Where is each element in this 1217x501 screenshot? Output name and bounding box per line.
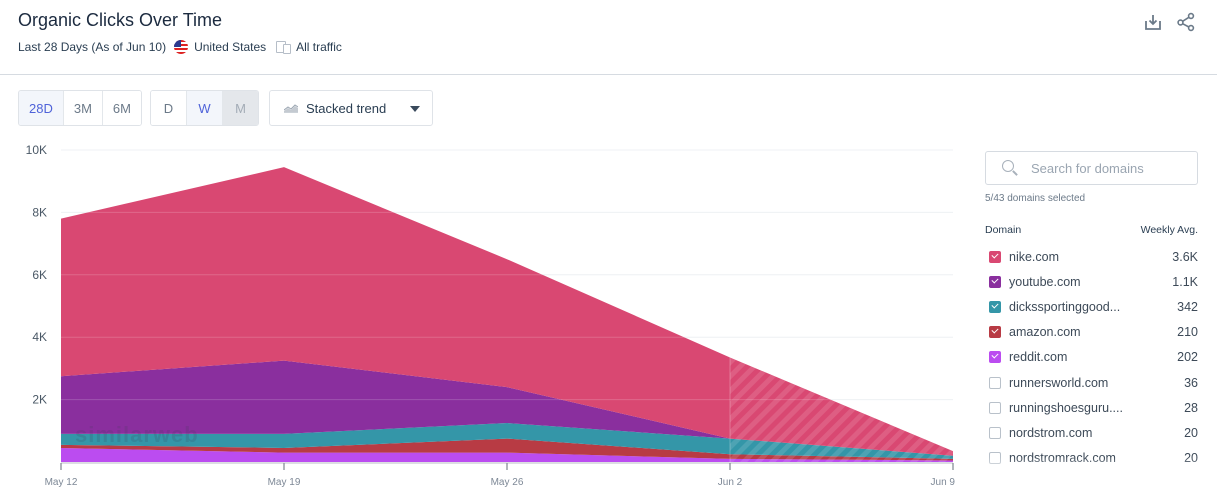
- us-flag-icon: [174, 40, 189, 54]
- x-tick-label: May 26: [491, 477, 524, 488]
- domain-name: runningshoesguru....: [1009, 400, 1123, 415]
- widget-header: Organic Clicks Over Time Last 28 Days (A…: [0, 0, 1217, 75]
- domain-checkbox[interactable]: [989, 275, 1001, 288]
- domain-checkbox[interactable]: [989, 351, 1001, 364]
- granularity-monthly-button[interactable]: M: [222, 91, 258, 125]
- x-tick-label: May 12: [45, 477, 78, 488]
- chevron-down-icon: [409, 106, 420, 112]
- devices-icon: [276, 41, 292, 54]
- domain-checkbox[interactable]: [989, 326, 1001, 339]
- domain-weekly-avg: 210: [1177, 325, 1198, 340]
- search-icon: [1002, 160, 1018, 176]
- domain-checkbox[interactable]: [989, 426, 1001, 439]
- filters-summary: Last 28 Days (As of Jun 10) United State…: [18, 40, 342, 54]
- domain-name: nordstrom.com: [1009, 425, 1093, 440]
- chart-controls: 28D 3M 6M D W M Stacked trend: [18, 90, 433, 126]
- domain-weekly-avg: 28: [1184, 400, 1198, 415]
- domain-row[interactable]: youtube.com 1.1K: [985, 269, 1198, 294]
- domain-name: runnersworld.com: [1009, 375, 1109, 390]
- range-6m-button[interactable]: 6M: [102, 91, 141, 125]
- domain-checkbox[interactable]: [989, 452, 1001, 465]
- range-3m-button[interactable]: 3M: [63, 91, 103, 125]
- y-tick-label: 10K: [26, 143, 47, 157]
- domain-row[interactable]: nike.com 3.6K: [985, 244, 1198, 269]
- period-label: Last 28 Days (As of Jun 10): [18, 40, 167, 54]
- domain-row[interactable]: amazon.com 210: [985, 320, 1198, 345]
- domain-weekly-avg: 3.6K: [1172, 249, 1198, 264]
- domain-weekly-avg: 342: [1177, 299, 1198, 314]
- domain-row[interactable]: runningshoesguru.... 28: [985, 395, 1198, 420]
- domain-checkbox[interactable]: [989, 300, 1001, 313]
- granularity-daily-button[interactable]: D: [150, 91, 187, 125]
- y-tick-label: 4K: [32, 330, 47, 344]
- stacked-area-chart: 2K 4K 6K 8K 10K May 12 May 19 May 26 Jun 2 Jun 9: [26, 143, 956, 488]
- x-tick-label: Jun 9: [931, 477, 956, 488]
- chart-type-dropdown[interactable]: Stacked trend: [268, 90, 433, 126]
- domain-panel: Search for domains 5/43 domains selected…: [985, 151, 1198, 497]
- domain-weekly-avg: 20: [1184, 425, 1198, 440]
- domain-name: nordstromrack.com: [1009, 451, 1116, 466]
- domain-weekly-avg: 36: [1184, 375, 1198, 390]
- domain-list-header: Domain Weekly Avg.: [985, 224, 1198, 236]
- download-icon[interactable]: [1143, 12, 1163, 32]
- domain-row[interactable]: nordstrom.com 20: [985, 420, 1198, 445]
- x-tick-label: May 19: [268, 477, 301, 488]
- incomplete-data-hatch: [730, 357, 953, 462]
- domain-name: youtube.com: [1009, 274, 1081, 289]
- domain-name: reddit.com: [1009, 350, 1068, 365]
- area-chart-icon: [283, 104, 298, 113]
- domain-row[interactable]: reddit.com 202: [985, 345, 1198, 370]
- granularity-weekly-button[interactable]: W: [186, 91, 223, 125]
- domain-name: dickssportinggood...: [1009, 299, 1121, 314]
- page-title: Organic Clicks Over Time: [18, 10, 223, 30]
- range-selector: 28D 3M 6M: [18, 90, 142, 126]
- domain-weekly-avg: 1.1K: [1172, 274, 1198, 289]
- domain-weekly-avg: 20: [1184, 451, 1198, 466]
- y-tick-label: 8K: [32, 205, 47, 219]
- domain-checkbox[interactable]: [989, 401, 1001, 414]
- domain-checkbox[interactable]: [989, 250, 1001, 263]
- granularity-selector: D W M: [149, 90, 259, 126]
- domain-checkbox[interactable]: [989, 376, 1001, 389]
- search-placeholder: Search for domains: [1031, 160, 1144, 176]
- traffic-label: All traffic: [296, 40, 342, 54]
- domain-name: amazon.com: [1009, 325, 1081, 340]
- x-tick-label: Jun 2: [718, 477, 743, 488]
- selected-count: 5/43 domains selected: [985, 193, 1086, 204]
- chart-type-label: Stacked trend: [305, 100, 387, 116]
- domain-row[interactable]: runnersworld.com 36: [985, 370, 1198, 395]
- range-28d-button[interactable]: 28D: [19, 91, 64, 125]
- column-weekly-avg: Weekly Avg.: [1140, 224, 1198, 236]
- domain-search-input[interactable]: Search for domains: [985, 151, 1198, 185]
- domain-name: nike.com: [1009, 249, 1060, 264]
- share-icon[interactable]: [1176, 12, 1196, 32]
- domain-row[interactable]: nordstromrack.com 20: [985, 446, 1198, 471]
- domain-weekly-avg: 202: [1177, 350, 1198, 365]
- country-label: United States: [194, 40, 267, 54]
- domain-row[interactable]: dickssportinggood... 342: [985, 294, 1198, 319]
- y-tick-label: 6K: [32, 268, 47, 282]
- y-tick-label: 2K: [32, 393, 47, 407]
- domain-list: nike.com 3.6K youtube.com 1.1K dickssporting…: [985, 244, 1198, 497]
- column-domain: Domain: [985, 224, 1022, 236]
